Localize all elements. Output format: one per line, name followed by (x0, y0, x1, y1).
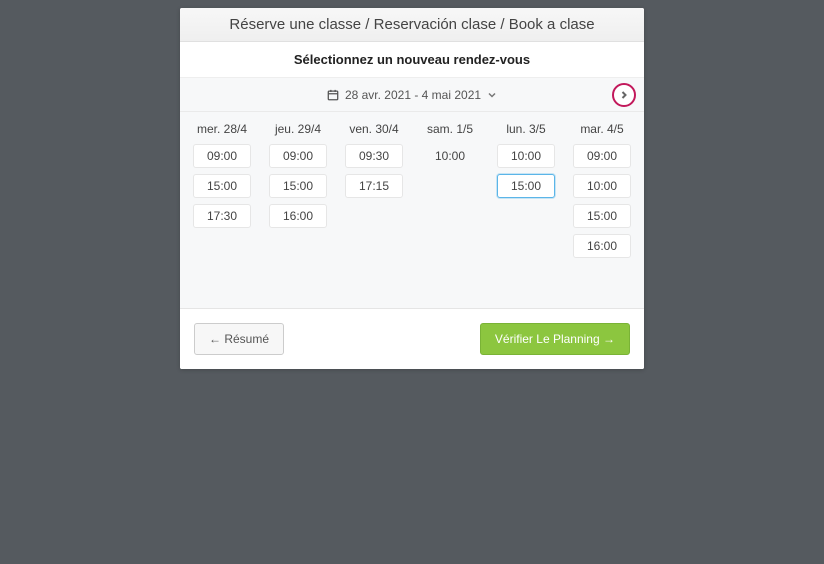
date-range-bar: 28 avr. 2021 - 4 mai 2021 (180, 78, 644, 112)
verify-planning-button[interactable]: Vérifier Le Planning → (480, 323, 630, 355)
chevron-right-icon (619, 90, 629, 100)
day-header: jeu. 29/4 (275, 122, 321, 136)
schedule-area: mer. 28/4 09:00 15:00 17:30 jeu. 29/4 09:00 15… (180, 112, 644, 308)
time-slot[interactable]: 09:00 (193, 144, 251, 168)
day-column: sam. 1/5 10:00 (414, 122, 486, 258)
back-button[interactable]: ← Résumé (194, 323, 284, 355)
days-container: mer. 28/4 09:00 15:00 17:30 jeu. 29/4 09:00 15… (186, 122, 638, 258)
time-slot[interactable]: 17:15 (345, 174, 403, 198)
time-slot[interactable]: 15:00 (193, 174, 251, 198)
day-header: sam. 1/5 (427, 122, 473, 136)
modal-title: Réserve une classe / Reservación clase /… (180, 8, 644, 42)
day-column: mer. 28/4 09:00 15:00 17:30 (186, 122, 258, 258)
time-slot[interactable]: 15:00 (269, 174, 327, 198)
time-slot[interactable]: 10:00 (497, 144, 555, 168)
time-slot[interactable]: 16:00 (573, 234, 631, 258)
day-column: mar. 4/5 09:00 10:00 15:00 16:00 (566, 122, 638, 258)
day-header: mar. 4/5 (580, 122, 623, 136)
date-range-text: 28 avr. 2021 - 4 mai 2021 (345, 88, 481, 102)
calendar-icon (327, 89, 339, 101)
next-week-button[interactable] (612, 83, 636, 107)
chevron-down-icon (487, 90, 497, 100)
day-column: lun. 3/5 10:00 15:00 (490, 122, 562, 258)
day-header: ven. 30/4 (349, 122, 398, 136)
day-column: ven. 30/4 09:30 17:15 (338, 122, 410, 258)
day-header: mer. 28/4 (197, 122, 247, 136)
modal-subheader: Sélectionnez un nouveau rendez-vous (180, 42, 644, 78)
time-slot[interactable]: 17:30 (193, 204, 251, 228)
time-slot[interactable]: 15:00 (497, 174, 555, 198)
time-slot[interactable]: 09:30 (345, 144, 403, 168)
modal-footer: ← Résumé Vérifier Le Planning → (180, 308, 644, 369)
time-slot[interactable]: 09:00 (269, 144, 327, 168)
day-column: jeu. 29/4 09:00 15:00 16:00 (262, 122, 334, 258)
time-slot[interactable]: 15:00 (573, 204, 631, 228)
booking-modal: Réserve une classe / Reservación clase /… (180, 8, 644, 369)
date-range-selector[interactable]: 28 avr. 2021 - 4 mai 2021 (327, 88, 497, 102)
time-slot[interactable]: 10:00 (573, 174, 631, 198)
time-slot[interactable]: 16:00 (269, 204, 327, 228)
time-slot[interactable]: 09:00 (573, 144, 631, 168)
day-header: lun. 3/5 (506, 122, 545, 136)
time-slot: 10:00 (421, 144, 479, 168)
